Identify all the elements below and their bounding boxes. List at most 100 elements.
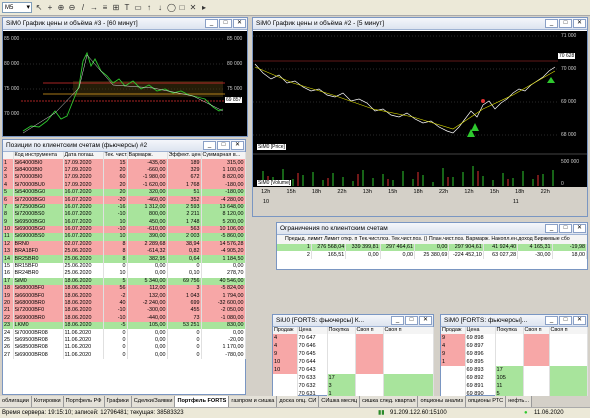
channel-icon[interactable]: ≡ (101, 3, 109, 13)
instrument-select[interactable]: M5 (2, 2, 32, 13)
cursor-icon[interactable]: ↖ (35, 3, 43, 13)
tab-10[interactable]: опционы анализ (418, 396, 466, 407)
column-header[interactable]: Вармарж. (127, 152, 168, 160)
orderbook-row[interactable]: 1 69 895 (441, 358, 588, 367)
table-row[interactable]: 24 Si70000BR08 11.06.2020 0 0,00 0 0,00 (3, 329, 246, 337)
table-row[interactable]: 6 Si72000BG0 16.07.2020 -20 -460,00 352 -4 280… (3, 196, 246, 204)
more-icon[interactable]: ▸ (200, 3, 208, 13)
table-row[interactable]: 2 Si84000BI0 17.09.2020 20 -660,00 329 1 100,0… (3, 166, 246, 175)
zoom-in-icon[interactable]: ⊕ (57, 3, 65, 13)
table-row[interactable]: 7 Si72500BG0 16.07.2020 -16 1 312,00 2 593 13 … (3, 203, 246, 212)
minimize-button[interactable]: _ (391, 316, 404, 325)
close-button[interactable]: ✕ (231, 141, 244, 150)
table-row[interactable]: 9 Si69500BG0 16.07.2020 10 450,00 1 748 5 200,… (3, 218, 246, 226)
table-row[interactable]: 16 BR24BR0 25.06.2020 10 0,00 0,10 278,70 (3, 270, 246, 278)
crosshair-icon[interactable]: + (46, 3, 54, 13)
table-row[interactable]: 20 Si68000BR0 18.06.2020 40 -2 240,00 699 -32 … (3, 299, 246, 308)
table-row[interactable]: 18 Si68000BF0 18.06.2020 56 112,00 3 -5 824,00 (3, 285, 246, 293)
tab-12[interactable]: нефть... (506, 396, 533, 407)
orderbook-row[interactable]: 70 633 17 (273, 374, 434, 383)
table-row[interactable]: 10 Si69000BG0 16.07.2020 -10 -610,00 563 10 10… (3, 225, 246, 234)
maximize-button[interactable]: □ (559, 224, 572, 233)
column-header[interactable]: Продаж (441, 327, 466, 335)
table-row[interactable]: 1 276 568,04 339 399,81 297 464,61 0,00 297 9… (277, 244, 587, 252)
fibonacci-icon[interactable]: ⊞ (112, 3, 120, 13)
zoom-out-icon[interactable]: ⊖ (68, 3, 76, 13)
orderbook-row[interactable]: 9 70 645 (273, 350, 434, 359)
tab-1[interactable]: Котировки (31, 396, 64, 407)
tab-2[interactable]: Портфель РФ (63, 396, 105, 407)
arrow-down-icon[interactable]: ↓ (156, 3, 164, 13)
table-row[interactable]: 22 Si69000BR0 18.06.2020 -10 -440,00 73 -1 080… (3, 314, 246, 322)
minimize-button[interactable]: _ (545, 224, 558, 233)
tab-6[interactable]: газпром и сишка (229, 396, 278, 407)
ellipse-icon[interactable]: ◯ (167, 3, 176, 13)
orderbook-row[interactable]: 69 891 11 (441, 382, 588, 391)
column-header[interactable]: Дата погаш. (63, 152, 104, 160)
price-chart-60min[interactable]: 85 000 80 000 75 000 70 000 85 000 80 00… (3, 31, 247, 136)
tab-7[interactable]: доска опц. СИ (277, 396, 320, 407)
table-row[interactable]: 19 Si66000BF0 18.06.2020 -2 132,00 1 043 1 794… (3, 292, 246, 300)
text-icon[interactable]: T (123, 3, 131, 13)
tab-11[interactable]: опционы РТС (466, 396, 507, 407)
orderbook-row[interactable]: 4 69 897 (441, 342, 588, 351)
orderbook-row[interactable]: 4 70 647 (273, 334, 434, 343)
tab-3[interactable]: Графики (104, 396, 132, 407)
column-header[interactable]: Своя п (549, 327, 588, 335)
tab-5[interactable]: Портфель FORTS (175, 396, 230, 407)
orderbook-row[interactable]: 10 70 644 (273, 358, 434, 367)
orderbook-row[interactable]: 69 892 105 (441, 374, 588, 383)
orderbook-row[interactable]: 9 69 898 (441, 334, 588, 343)
table-row[interactable]: 23 LKM0 18.06.2020 -5 105,00 53 251 830,00 (3, 321, 246, 330)
close-button[interactable]: ✕ (573, 19, 586, 28)
rectangle-icon[interactable]: □ (178, 3, 186, 13)
column-header[interactable]: Код инструмента (13, 152, 64, 160)
close-button[interactable]: ✕ (419, 316, 432, 325)
column-header[interactable]: Покупка (495, 327, 524, 335)
table-row[interactable]: 8 Si72000BS0 16.07.2020 -10 800,00 2 211 8 120… (3, 211, 246, 219)
tab-4[interactable]: Сделки/Заявки (131, 396, 176, 407)
tab-0[interactable]: облигации (0, 396, 32, 407)
table-row[interactable]: 2 165,51 0,00 0,00 25 380,69 -224 452,10 63 02… (277, 251, 587, 259)
price-chart-5min[interactable]: 71 000 70 000 69 000 68 000 70 628 SiM0 … (253, 31, 587, 216)
table-row[interactable]: 1 Si64000BI0 17.09.2020 15 -435,00 189 315,00 (3, 159, 246, 167)
orderbook-row[interactable]: 70 632 3 (273, 382, 434, 391)
maximize-button[interactable]: □ (219, 19, 232, 28)
arrow-up-icon[interactable]: ↑ (145, 3, 153, 13)
maximize-button[interactable]: □ (559, 316, 572, 325)
close-button[interactable]: ✕ (573, 316, 586, 325)
column-header[interactable]: Своя п (355, 327, 384, 335)
tab-8[interactable]: СИшка месяц (319, 396, 361, 407)
table-row[interactable]: 17 SiM0 18.06.2020 5 5 340,00 69 756 40 546,00 (3, 277, 246, 286)
minimize-button[interactable]: _ (203, 141, 216, 150)
table-row[interactable]: 11 Si69000BS0 16.07.2020 10 390,00 2 003 -5 86… (3, 233, 246, 241)
column-header[interactable]: Суммарная в... (201, 152, 246, 160)
arrow-icon[interactable]: → (90, 3, 98, 13)
table-row[interactable]: 26 Si68500BR08 11.06.2020 0 0,00 0 1 170,00 (3, 344, 246, 352)
table-row[interactable]: 13 BRA18F0 25.06.2020 8 -614,32 0,82 -4 905,20 (3, 248, 246, 256)
column-header[interactable]: Покупка (327, 327, 356, 335)
orderbook-row[interactable]: 4 70 646 (273, 342, 434, 351)
table-row[interactable]: 5 Si54000BG0 16.07.2020 20 320,00 51 -180,00 (3, 188, 246, 197)
orderbook-row[interactable]: 9 69 896 (441, 350, 588, 359)
table-row[interactable]: 15 BR15BF0 25.06.2020 0 0,00 0 0,00 (3, 262, 246, 271)
maximize-button[interactable]: □ (405, 316, 418, 325)
minimize-button[interactable]: _ (545, 316, 558, 325)
column-header[interactable]: Цена (465, 327, 496, 335)
column-header[interactable] (3, 152, 14, 160)
column-header[interactable]: Своя п (523, 327, 550, 335)
tab-9[interactable]: сишка след. квартал (360, 396, 419, 407)
delete-icon[interactable]: ✕ (189, 3, 197, 13)
minimize-button[interactable]: _ (545, 19, 558, 28)
table-row[interactable]: 4 Si70000BU0 17.09.2020 20 -1 620,00 1 768 -18… (3, 181, 246, 189)
table-row[interactable]: 21 Si72000BF0 18.06.2020 -10 -300,00 455 -2 05… (3, 307, 246, 315)
orderbook-row[interactable]: 10 70 643 (273, 366, 434, 375)
table-row[interactable]: 3 Si70000BI0 17.09.2020 60 -1 980,00 672 8 820… (3, 174, 246, 182)
close-button[interactable]: ✕ (233, 19, 246, 28)
column-header[interactable]: Своя п (383, 327, 434, 335)
maximize-button[interactable]: □ (217, 141, 230, 150)
minimize-button[interactable]: _ (205, 19, 218, 28)
column-header[interactable]: Продаж (273, 327, 298, 335)
column-header[interactable]: Эффект. цена (167, 152, 202, 160)
maximize-button[interactable]: □ (559, 19, 572, 28)
